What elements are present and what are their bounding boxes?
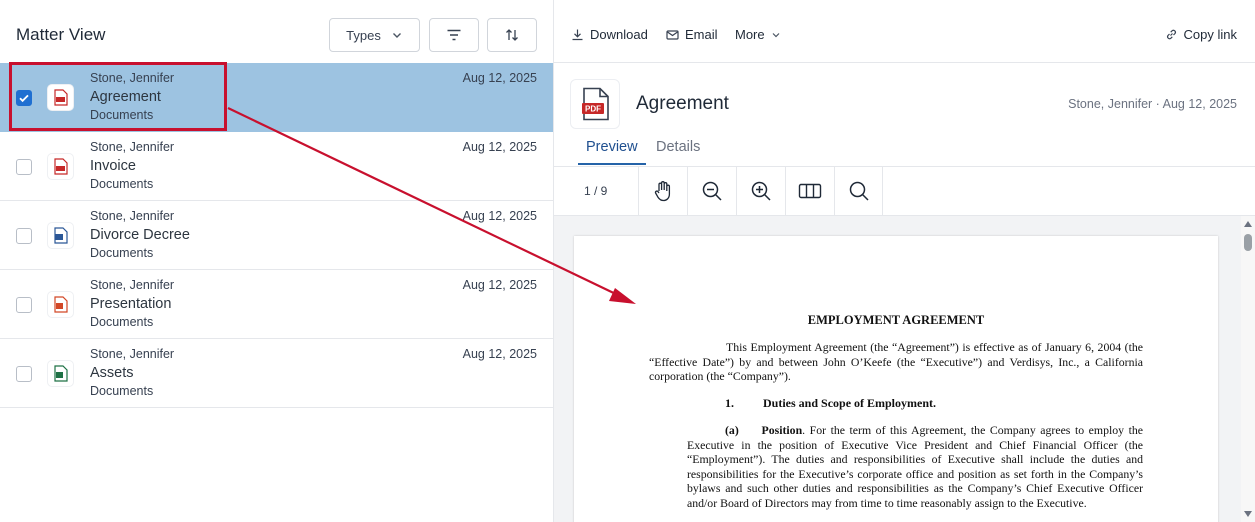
more-label: More [735, 27, 765, 42]
preview-toolbar: Download Email More Copy link [554, 0, 1255, 63]
powerpoint-file-icon [47, 291, 74, 318]
item-name: Invoice [90, 158, 136, 174]
zoom-out-icon [702, 181, 722, 201]
page-indicator: 1 / 9 [584, 184, 608, 198]
download-icon [572, 29, 583, 41]
item-category: Documents [90, 384, 154, 398]
list-item[interactable]: Stone, Jennifer Invoice Documents Aug 12… [0, 132, 553, 201]
item-category: Documents [90, 315, 154, 329]
page-paragraph: This Employment Agreement (the “Agreemen… [649, 340, 1143, 384]
item-date: Aug 12, 2025 [462, 278, 537, 292]
zoom-in-button[interactable] [736, 167, 785, 215]
chevron-down-icon [772, 32, 780, 37]
download-button[interactable]: Download [571, 27, 648, 42]
scroll-thumb[interactable] [1244, 234, 1252, 251]
email-icon [666, 29, 679, 40]
email-button[interactable]: Email [666, 27, 718, 42]
viewer-toolbar: 1 / 9 [554, 167, 1255, 216]
item-owner: Stone, Jennifer [90, 209, 175, 223]
document-header: PDF Agreement Stone, Jennifer · Aug 12, … [554, 63, 1255, 167]
chevron-down-icon [392, 33, 401, 38]
section-title: Duties and Scope of Employment. [763, 396, 937, 410]
sort-button[interactable] [487, 18, 537, 52]
zoom-in-icon [751, 181, 771, 201]
item-name: Assets [90, 365, 134, 381]
document-page: EMPLOYMENT AGREEMENT This Employment Agr… [574, 236, 1218, 522]
section-heading: 1. Duties and Scope of Employment. [725, 396, 936, 411]
list-item[interactable]: Stone, Jennifer Presentation Documents A… [0, 270, 553, 339]
search-icon [849, 181, 869, 201]
pdf-file-icon [47, 153, 74, 180]
search-document-button[interactable] [834, 167, 883, 215]
document-meta: Stone, Jennifer · Aug 12, 2025 [1068, 97, 1237, 111]
item-owner: Stone, Jennifer [90, 347, 175, 361]
row-checkbox[interactable] [16, 366, 32, 382]
row-checkbox[interactable] [16, 228, 32, 244]
tab-details[interactable]: Details [656, 139, 700, 163]
filter-icon [447, 29, 461, 41]
page-heading: EMPLOYMENT AGREEMENT [807, 313, 985, 327]
copy-link-label: Copy link [1183, 27, 1237, 42]
list-item[interactable]: Stone, Jennifer Divorce Decree Documents… [0, 201, 553, 270]
sort-icon [506, 29, 518, 41]
zoom-out-button[interactable] [687, 167, 736, 215]
filter-button[interactable] [429, 18, 479, 52]
scroll-up-icon[interactable] [1244, 221, 1252, 227]
word-file-icon [47, 222, 74, 249]
sub-text: . For the term of this Agreement, the Co… [687, 423, 1144, 510]
section-number: 1. [725, 396, 734, 410]
list-header: Matter View Types [0, 0, 553, 62]
document-canvas[interactable]: EMPLOYMENT AGREEMENT This Employment Agr… [554, 216, 1255, 522]
row-checkbox[interactable] [16, 159, 32, 175]
preview-panel: Download Email More Copy link PDF Agreem… [554, 0, 1255, 522]
page-paragraph: (a) Position. For the term of this Agree… [687, 423, 1143, 511]
excel-file-icon [47, 360, 74, 387]
item-owner: Stone, Jennifer [90, 278, 175, 292]
row-checkbox[interactable] [16, 297, 32, 313]
panel-title: Matter View [16, 25, 106, 44]
email-label: Email [685, 27, 718, 42]
more-menu-button[interactable]: More [735, 27, 781, 42]
list-item[interactable]: Stone, Jennifer Assets Documents Aug 12,… [0, 339, 553, 408]
tab-preview[interactable]: Preview [578, 139, 646, 165]
item-date: Aug 12, 2025 [462, 71, 537, 85]
link-icon [1166, 29, 1176, 40]
types-label: Types [346, 27, 381, 43]
item-date: Aug 12, 2025 [462, 347, 537, 361]
item-name: Presentation [90, 296, 172, 312]
sub-title: Position [761, 423, 803, 437]
item-owner: Stone, Jennifer [90, 140, 175, 154]
item-name: Divorce Decree [90, 227, 190, 243]
annotation-highlight-box [9, 62, 227, 131]
sub-label: (a) [725, 423, 739, 437]
item-date: Aug 12, 2025 [462, 209, 537, 223]
pdf-file-icon: PDF [570, 79, 620, 129]
pan-icon [654, 181, 671, 202]
item-category: Documents [90, 246, 154, 260]
download-label: Download [590, 27, 648, 42]
vertical-scrollbar[interactable] [1241, 216, 1255, 522]
page-layout-icon [798, 183, 822, 199]
scroll-down-icon[interactable] [1244, 511, 1252, 517]
item-date: Aug 12, 2025 [462, 140, 537, 154]
pdf-badge-text: PDF [585, 105, 601, 114]
page-layout-button[interactable] [785, 167, 834, 215]
document-title: Agreement [636, 93, 729, 114]
types-dropdown[interactable]: Types [329, 18, 420, 52]
copy-link-button[interactable]: Copy link [1165, 27, 1237, 42]
item-category: Documents [90, 177, 154, 191]
pan-tool-button[interactable] [638, 167, 687, 215]
